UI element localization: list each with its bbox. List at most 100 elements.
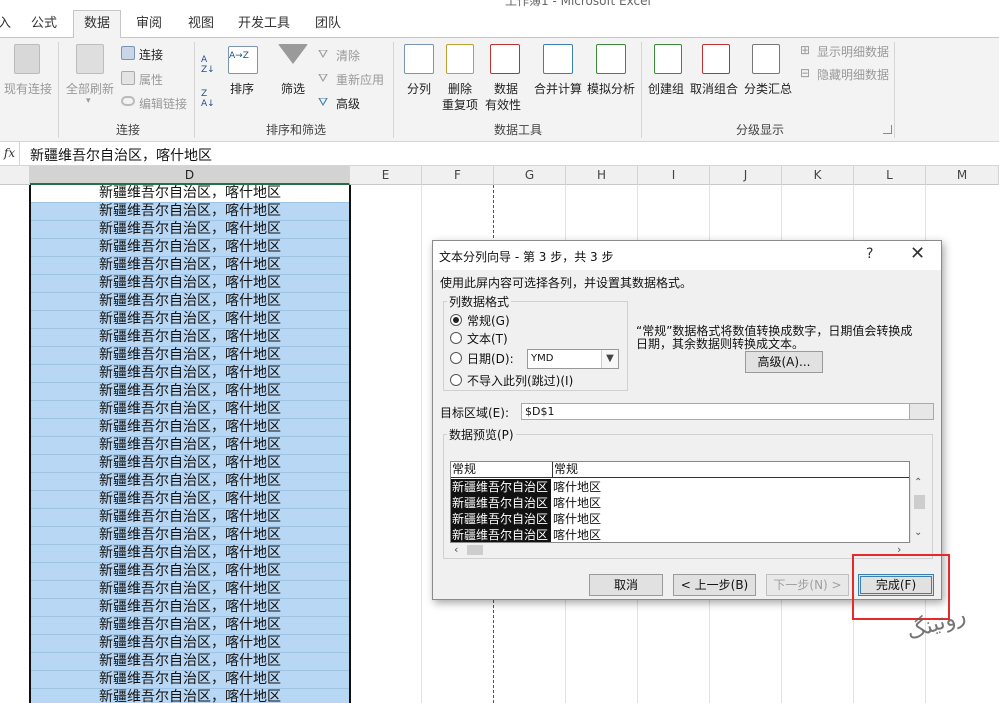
column-header-f[interactable]: F (422, 166, 494, 185)
preview-vertical-scrollbar[interactable]: ⌃ ⌄ (910, 477, 927, 543)
excel-window: 工作簿1 - Microsoft Excel 插入 公式 数据 审阅 视图 开发… (0, 0, 999, 703)
range-picker-icon[interactable] (909, 404, 933, 419)
preview-column-header[interactable]: 常规 (553, 462, 909, 478)
text-to-columns-button[interactable]: 分列 (407, 80, 431, 97)
chevron-down-icon[interactable]: ▼ (601, 350, 618, 368)
insert-function-icon[interactable]: fx (0, 142, 20, 165)
connections-button[interactable]: 连接 (139, 46, 163, 63)
dialog-launcher-icon[interactable] (883, 125, 892, 134)
column-headers: D E F G H I J K L M (0, 166, 999, 185)
column-header-l[interactable]: L (854, 166, 926, 185)
back-button[interactable]: < 上一步(B) (673, 574, 756, 596)
column-header-j[interactable]: J (710, 166, 782, 185)
advanced-filter-button[interactable]: 高级 (336, 95, 360, 112)
column-header-i[interactable]: I (638, 166, 710, 185)
group-separator (393, 42, 394, 138)
remove-duplicates-button-line2[interactable]: 重复项 (442, 96, 478, 113)
tab-review[interactable]: 审阅 (128, 14, 170, 38)
skip-column-label[interactable]: 不导入此列(跳过)(I) (467, 372, 573, 389)
data-validation-button-line2[interactable]: 有效性 (485, 96, 521, 113)
scroll-left-icon[interactable]: ‹ (454, 543, 458, 556)
preview-cell: 喀什地区 (553, 480, 602, 494)
preview-cell: 喀什地区 (553, 528, 602, 542)
tab-insert[interactable]: 插入 (0, 14, 12, 38)
clear-button[interactable]: 清除 (336, 47, 360, 64)
properties-button[interactable]: 属性 (139, 71, 163, 88)
group-label-sort-filter: 排序和筛选 (265, 123, 326, 137)
tab-developer[interactable]: 开发工具 (232, 14, 296, 38)
data-preview-table[interactable]: 常规 常规 新疆维吾尔自治区 喀什地区 新疆维吾尔自治区 喀什地区 新疆维吾尔自… (450, 461, 910, 543)
sort-descending-icon[interactable]: Z A↓ (201, 89, 215, 109)
refresh-all-icon (76, 44, 104, 74)
skip-column-radio[interactable] (450, 374, 462, 386)
subtotal-button[interactable]: 分类汇总 (744, 80, 792, 97)
dialog-title-bar[interactable]: 文本分列向导 - 第 3 步，共 3 步 ? ✕ (433, 241, 941, 270)
column-header-m[interactable]: M (926, 166, 999, 185)
preview-horizontal-scrollbar[interactable]: ‹ › (450, 543, 910, 557)
date-format-select[interactable]: YMD ▼ (527, 349, 619, 369)
close-icon[interactable]: ✕ (910, 243, 925, 264)
reapply-icon: ⛛ (318, 71, 329, 85)
preview-column-header[interactable]: 常规 (451, 462, 553, 478)
tab-view[interactable]: 视图 (180, 14, 222, 38)
row-header-corner[interactable] (0, 166, 30, 185)
general-radio-label[interactable]: 常规(G) (467, 312, 510, 329)
hide-detail-button[interactable]: 隐藏明细数据 (817, 66, 889, 83)
preview-cell-selected: 新疆维吾尔自治区 (451, 495, 551, 511)
advanced-filter-icon: ⛛ (318, 95, 329, 109)
destination-input[interactable]: $D$1 (521, 403, 934, 420)
date-format-value: YMD (531, 353, 554, 364)
text-radio[interactable] (450, 332, 462, 344)
tab-formulas[interactable]: 公式 (22, 14, 66, 38)
preview-cell: 喀什地区 (553, 512, 602, 526)
data-preview-legend: 数据预览(P) (447, 426, 516, 443)
formula-input[interactable]: 新疆维吾尔自治区，喀什地区 (30, 145, 212, 165)
tab-team[interactable]: 团队 (306, 14, 350, 38)
sort-button[interactable]: 排序 (230, 80, 254, 97)
scroll-thumb[interactable] (467, 545, 483, 555)
column-header-d[interactable]: D (30, 166, 350, 185)
data-validation-button-line1[interactable]: 数据 (494, 80, 518, 97)
scroll-up-icon[interactable]: ⌃ (914, 477, 922, 488)
show-detail-button[interactable]: 显示明细数据 (817, 43, 889, 60)
formula-bar: fx 新疆维吾尔自治区，喀什地区 (0, 142, 999, 166)
destination-value: $D$1 (525, 405, 555, 418)
text-radio-label[interactable]: 文本(T) (467, 330, 508, 347)
scroll-thumb[interactable] (914, 495, 925, 509)
column-header-h[interactable]: H (566, 166, 638, 185)
group-separator (58, 42, 59, 138)
ungroup-button[interactable]: 取消组合 (690, 80, 738, 97)
scroll-down-icon[interactable]: ⌄ (914, 527, 922, 538)
reapply-button[interactable]: 重新应用 (336, 71, 384, 88)
edit-links-button[interactable]: 编辑链接 (139, 95, 187, 112)
group-label-outline: 分级显示 (735, 123, 784, 137)
filter-icon (278, 44, 308, 64)
group-button[interactable]: 创建组 (648, 80, 684, 97)
hide-detail-icon: ⊟ (800, 66, 811, 80)
next-button[interactable]: 下一步(N) > (766, 574, 849, 596)
consolidate-button[interactable]: 合并计算 (534, 80, 582, 97)
column-header-e[interactable]: E (350, 166, 422, 185)
consolidate-icon (543, 44, 573, 74)
help-icon[interactable]: ? (866, 246, 873, 262)
tab-data[interactable]: 数据 (73, 10, 121, 39)
date-radio-label[interactable]: 日期(D): (467, 350, 514, 367)
general-radio[interactable] (450, 314, 462, 326)
preview-cell-selected: 新疆维吾尔自治区 (451, 511, 551, 527)
filter-button[interactable]: 筛选 (281, 80, 305, 97)
data-validation-icon (490, 44, 520, 74)
what-if-analysis-button[interactable]: 模拟分析 (587, 80, 635, 97)
link-icon (121, 96, 135, 106)
sort-ascending-icon[interactable]: A Z↓ (201, 55, 215, 75)
column-header-g[interactable]: G (494, 166, 566, 185)
preview-cell: 喀什地区 (553, 496, 602, 510)
existing-connections-button[interactable]: 现有连接 (4, 80, 52, 97)
column-header-k[interactable]: K (782, 166, 854, 185)
cancel-button[interactable]: 取消 (589, 574, 663, 596)
preview-row: 新疆维吾尔自治区 喀什地区 (451, 495, 909, 511)
date-radio[interactable] (450, 352, 462, 364)
advanced-button[interactable]: 高级(A)... (745, 351, 823, 373)
remove-duplicates-button-line1[interactable]: 删除 (448, 80, 472, 97)
refresh-all-button[interactable]: 全部刷新 (66, 80, 114, 97)
properties-icon (121, 71, 135, 85)
